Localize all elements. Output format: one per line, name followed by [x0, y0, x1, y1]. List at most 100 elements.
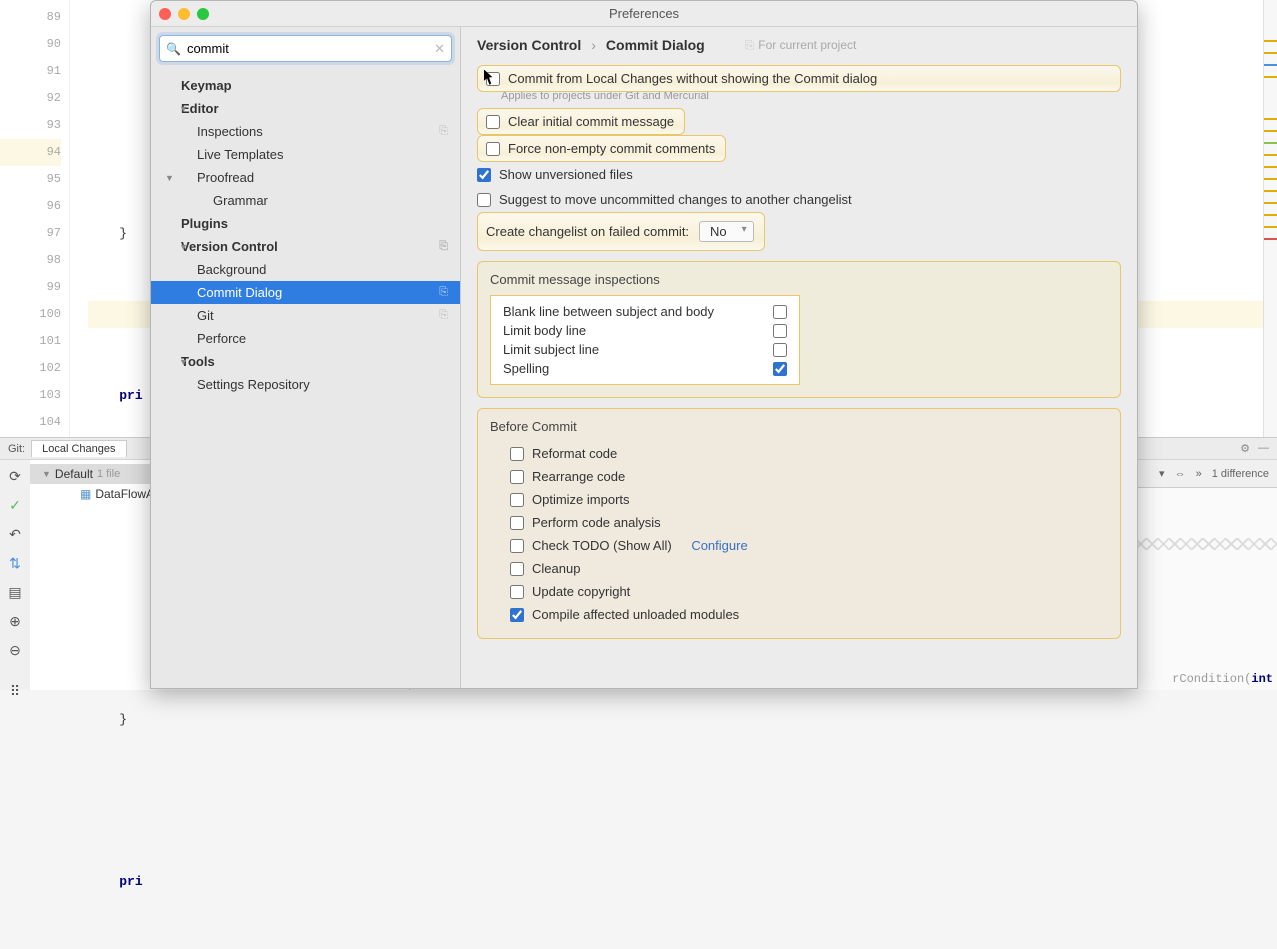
clear-initial-checkbox[interactable] [486, 115, 500, 129]
sidebar-item-live-templates[interactable]: Live Templates [151, 143, 460, 166]
collapse-icon[interactable]: ⇔ [1175, 468, 1186, 480]
show-unversioned-checkbox[interactable] [477, 168, 491, 182]
inspection-limit-subject[interactable]: Limit subject line [491, 340, 799, 359]
sub-icon[interactable]: ⊖ [9, 642, 21, 659]
commit-local-checkbox[interactable] [486, 72, 500, 86]
sidebar-item-proofread[interactable]: ▼Proofread [151, 166, 460, 189]
commit-icon[interactable]: ✓ [9, 497, 21, 514]
limit-subject-checkbox[interactable] [773, 343, 787, 357]
scope-icon: ⎘ [439, 125, 448, 138]
section-title: Before Commit [490, 419, 1108, 434]
sidebar-item-settings-repository[interactable]: Settings Repository [151, 373, 460, 396]
sidebar-item-plugins[interactable]: Plugins [151, 212, 460, 235]
before-commit-section: Before Commit Reformat code Rearrange co… [477, 408, 1121, 639]
todo-checkbox[interactable] [510, 539, 524, 553]
option-clear-initial[interactable]: Clear initial commit message [477, 108, 685, 135]
sidebar-item-version-control[interactable]: ▼Version Control⎘ [151, 235, 460, 258]
breadcrumb-leaf: Commit Dialog [606, 37, 705, 53]
configure-link[interactable]: Configure [691, 538, 747, 553]
search-input[interactable]: 🔍 ✕ [159, 35, 452, 62]
copyright-checkbox[interactable] [510, 585, 524, 599]
optimize-checkbox[interactable] [510, 493, 524, 507]
chevron-down-icon: ▼ [165, 173, 174, 183]
close-window-icon[interactable] [159, 8, 171, 20]
analysis-checkbox[interactable] [510, 516, 524, 530]
sidebar-item-inspections[interactable]: Inspections⎘ [151, 120, 460, 143]
local-changes-tab[interactable]: Local Changes [31, 440, 126, 457]
option-rearrange[interactable]: Rearrange code [510, 465, 1108, 488]
refresh-icon[interactable]: ⟳ [9, 468, 21, 485]
scope-icon: ⎘ [439, 240, 448, 253]
diff-count: 1 difference [1212, 468, 1269, 480]
option-analysis[interactable]: Perform code analysis [510, 511, 1108, 534]
sidebar-item-grammar[interactable]: Grammar [151, 189, 460, 212]
scope-icon: ⎘ [439, 286, 448, 299]
minimize-icon[interactable]: — [1258, 442, 1269, 455]
expand-icon[interactable]: ▾ [1159, 467, 1165, 480]
shelve-icon[interactable]: ▤ [8, 584, 21, 601]
inspection-spelling[interactable]: Spelling [491, 359, 799, 378]
search-icon: 🔍 [166, 42, 181, 56]
search-field[interactable] [187, 41, 428, 56]
chevron-down-icon: ▼ [179, 104, 188, 114]
option-show-unversioned[interactable]: Show unversioned files [477, 162, 1121, 187]
compile-checkbox[interactable] [510, 608, 524, 622]
scope-hint: ⎘For current project [745, 38, 857, 53]
option-commit-local[interactable]: Commit from Local Changes without showin… [477, 65, 1121, 92]
create-changelist-select[interactable]: No [699, 221, 754, 242]
inspection-blank-line[interactable]: Blank line between subject and body [491, 302, 799, 321]
rollback-icon[interactable]: ↶ [9, 526, 21, 543]
sidebar-item-git[interactable]: Git⎘ [151, 304, 460, 327]
sidebar-item-tools[interactable]: ▼Tools [151, 350, 460, 373]
clear-search-icon[interactable]: ✕ [434, 41, 445, 57]
rearrange-checkbox[interactable] [510, 470, 524, 484]
option-copyright[interactable]: Update copyright [510, 580, 1108, 603]
scope-icon: ⎘ [745, 38, 755, 53]
option-compile[interactable]: Compile affected unloaded modules [510, 603, 1108, 626]
file-icon: ▦ [80, 487, 91, 501]
window-title: Preferences [151, 6, 1137, 21]
preferences-content: Version Control › Commit Dialog ⎘For cur… [461, 27, 1137, 688]
option-optimize[interactable]: Optimize imports [510, 488, 1108, 511]
commit-inspections-section: Commit message inspections Blank line be… [477, 261, 1121, 398]
diff-icon[interactable]: ⇅ [9, 555, 21, 572]
option-suggest-move[interactable]: Suggest to move uncommitted changes to a… [477, 187, 1121, 212]
error-stripe[interactable] [1263, 0, 1277, 437]
limit-body-checkbox[interactable] [773, 324, 787, 338]
sidebar-item-editor[interactable]: ▼Editor [151, 97, 460, 120]
preferences-dialog: Preferences 🔍 ✕ Keymap ▼Editor Inspectio… [150, 0, 1138, 689]
breadcrumb-root[interactable]: Version Control [477, 37, 581, 53]
sidebar-item-keymap[interactable]: Keymap [151, 74, 460, 97]
option-reformat[interactable]: Reformat code [510, 442, 1108, 465]
inspection-limit-body[interactable]: Limit body line [491, 321, 799, 340]
sidebar-item-perforce[interactable]: Perforce [151, 327, 460, 350]
git-title: Git: [8, 443, 25, 455]
force-nonempty-checkbox[interactable] [486, 142, 500, 156]
spelling-checkbox[interactable] [773, 362, 787, 376]
add-icon[interactable]: ⊕ [9, 613, 21, 630]
chevron-down-icon: ▼ [179, 242, 188, 252]
grid-icon[interactable]: ⠿ [10, 683, 20, 700]
chevron-right-icon: › [591, 37, 596, 53]
git-toolbar: ⟳ ✓ ↶ ⇅ ▤ ⊕ ⊖ ⠿ [0, 460, 30, 690]
scope-icon: ⎘ [439, 309, 448, 322]
cleanup-checkbox[interactable] [510, 562, 524, 576]
option-cleanup[interactable]: Cleanup [510, 557, 1108, 580]
option-todo[interactable]: Check TODO (Show All) Configure [510, 534, 1108, 557]
inspections-list[interactable]: Blank line between subject and body Limi… [490, 295, 800, 385]
section-title: Commit message inspections [490, 272, 1108, 287]
option-force-nonempty[interactable]: Force non-empty commit comments [477, 135, 726, 162]
sidebar-item-background[interactable]: Background [151, 258, 460, 281]
sidebar-item-commit-dialog[interactable]: Commit Dialog⎘ [151, 281, 460, 304]
minimize-window-icon[interactable] [178, 8, 190, 20]
reformat-checkbox[interactable] [510, 447, 524, 461]
blank-line-checkbox[interactable] [773, 305, 787, 319]
suggest-move-checkbox[interactable] [477, 193, 491, 207]
preferences-sidebar: 🔍 ✕ Keymap ▼Editor Inspections⎘ Live Tem… [151, 27, 461, 688]
gear-icon[interactable]: ⚙ [1240, 442, 1250, 455]
titlebar: Preferences [151, 1, 1137, 27]
settings-tree[interactable]: Keymap ▼Editor Inspections⎘ Live Templat… [151, 70, 460, 688]
maximize-window-icon[interactable] [197, 8, 209, 20]
line-gutter: 8990919293949596979899100101102103104105 [0, 0, 70, 437]
option-create-changelist: Create changelist on failed commit: No [477, 212, 765, 251]
